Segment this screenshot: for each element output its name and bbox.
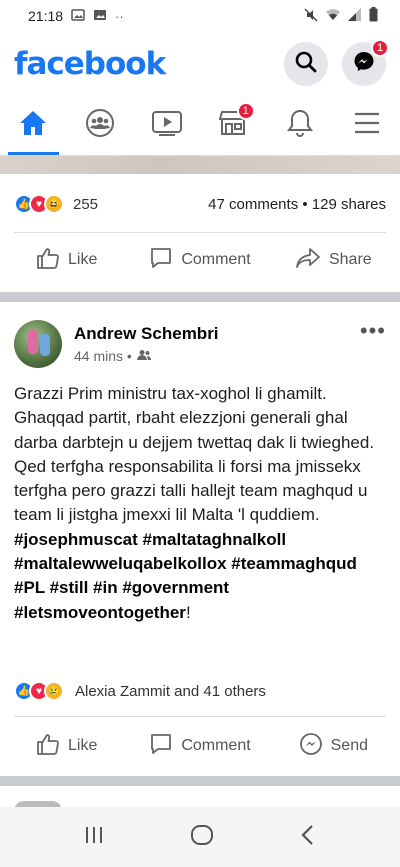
- reactions-text: Alexia Zammit and 41 others: [75, 682, 266, 700]
- like-label: Like: [67, 737, 98, 754]
- more-dots-icon: •••: [359, 318, 386, 343]
- post-header: Andrew Schembri 44 mins • •••: [14, 316, 386, 372]
- menu-icon: [353, 111, 381, 140]
- back-button[interactable]: [299, 824, 317, 851]
- like-button[interactable]: Like: [0, 720, 133, 772]
- tab-marketplace[interactable]: 1: [200, 96, 267, 155]
- previous-post-actions: Like Comment Share: [0, 234, 400, 286]
- feed-separator: [0, 776, 400, 786]
- search-icon: [295, 51, 317, 78]
- post-text-end: !: [185, 602, 191, 622]
- comment-icon: [149, 732, 173, 761]
- more-options-button[interactable]: •••: [360, 316, 386, 344]
- like-button[interactable]: Like: [0, 234, 133, 286]
- watch-icon: [151, 109, 183, 142]
- home-nav-button[interactable]: [190, 824, 214, 851]
- post-reactions[interactable]: 👍 ♥ 😢 Alexia Zammit and 41 others: [14, 676, 386, 706]
- android-nav-bar: [0, 807, 400, 867]
- previous-post-image[interactable]: [0, 156, 400, 174]
- comments-shares-count[interactable]: 47 comments • 129 shares: [208, 196, 386, 213]
- comment-icon: [149, 246, 173, 275]
- sad-reaction-icon: 😢: [44, 681, 64, 701]
- search-button[interactable]: [284, 42, 328, 86]
- haha-reaction-icon: 😆: [44, 194, 64, 214]
- comment-button[interactable]: Comment: [133, 234, 266, 286]
- share-label: Share: [328, 251, 372, 268]
- send-label: Send: [330, 737, 368, 754]
- mute-icon: [304, 8, 318, 25]
- groups-icon: [85, 108, 115, 143]
- thumbs-up-icon: [36, 246, 60, 275]
- thumbs-up-icon: [36, 732, 60, 761]
- post-body: Grazzi Prim ministru tax-xoghol li ghami…: [14, 382, 390, 625]
- signal-icon: [348, 8, 362, 24]
- avatar[interactable]: [14, 320, 62, 368]
- battery-icon: [369, 7, 378, 25]
- facebook-logo[interactable]: facebook: [14, 46, 166, 82]
- share-button[interactable]: Share: [267, 234, 400, 286]
- tab-watch[interactable]: [133, 96, 200, 155]
- divider: [14, 232, 386, 233]
- post-actions: Like Comment Send: [0, 720, 400, 772]
- home-icon: [18, 109, 48, 142]
- main-tab-bar: 1: [0, 96, 400, 156]
- tab-notifications[interactable]: [267, 96, 334, 155]
- tab-home[interactable]: [0, 96, 67, 155]
- gallery-icon: [93, 9, 107, 24]
- previous-post-reactions[interactable]: 👍 ♥ 😆 255 47 comments • 129 shares: [14, 186, 386, 222]
- share-icon: [295, 246, 321, 275]
- recent-apps-button[interactable]: [83, 825, 105, 850]
- messenger-badge: 1: [371, 39, 389, 57]
- messenger-send-icon: [299, 732, 323, 761]
- status-time: 21:18: [28, 8, 64, 24]
- author-name[interactable]: Andrew Schembri: [74, 324, 219, 344]
- post-time[interactable]: 44 mins •: [74, 348, 132, 364]
- comment-label: Comment: [181, 251, 251, 268]
- post-text: Grazzi Prim ministru tax-xoghol li ghami…: [14, 384, 375, 525]
- divider: [14, 716, 386, 717]
- send-button[interactable]: Send: [267, 720, 400, 772]
- marketplace-badge: 1: [236, 102, 255, 120]
- bell-icon: [286, 108, 314, 143]
- comment-label: Comment: [181, 737, 251, 754]
- tab-groups[interactable]: [67, 96, 134, 155]
- app-header: facebook 1: [0, 32, 400, 96]
- more-dots-icon: ··: [115, 8, 124, 24]
- friends-audience-icon: [136, 348, 151, 364]
- image-icon: [71, 8, 85, 24]
- reaction-count: 255: [73, 195, 99, 213]
- status-bar: 21:18 ··: [0, 0, 400, 32]
- tab-menu[interactable]: [333, 96, 400, 155]
- comment-button[interactable]: Comment: [133, 720, 266, 772]
- feed-separator: [0, 292, 400, 302]
- wifi-icon: [325, 8, 341, 24]
- like-label: Like: [67, 251, 98, 268]
- messenger-button[interactable]: 1: [342, 39, 389, 86]
